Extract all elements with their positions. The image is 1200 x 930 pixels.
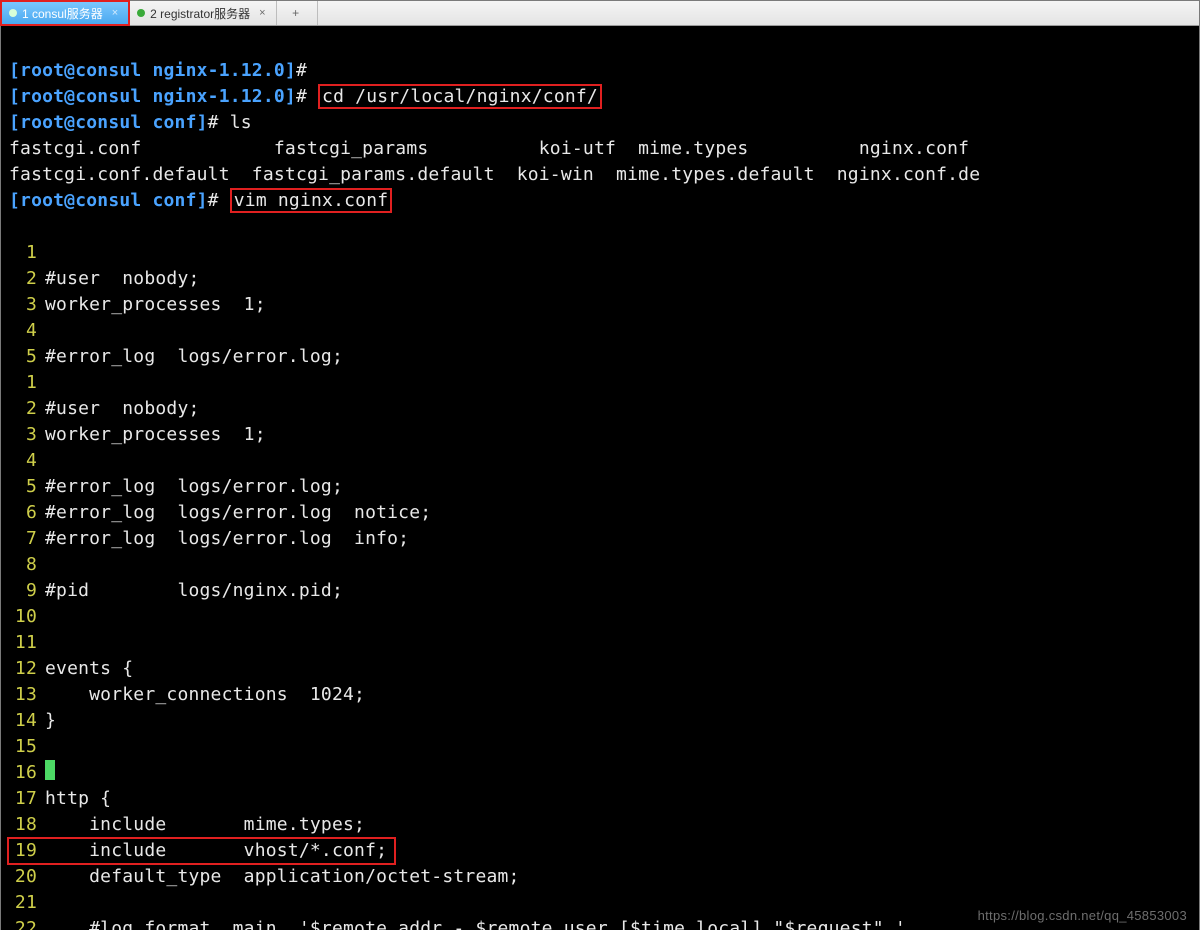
vim-line: 4 (9, 448, 1195, 474)
line-number: 18 (9, 812, 37, 838)
vim-line-text: worker_connections 1024; (45, 684, 365, 705)
ls-output-row: fastcgi.conf.default fastcgi_params.defa… (9, 164, 980, 185)
tab-consul[interactable]: 1 consul服务器 × (1, 1, 129, 25)
line-number: 17 (9, 786, 37, 812)
vim-editor[interactable]: 12#user nobody;3worker_processes 1;45#er… (9, 240, 1195, 930)
vim-line: 14} (9, 708, 1195, 734)
terminal-window: 1 consul服务器 × 2 registrator服务器 × + [root… (0, 0, 1200, 930)
vim-line: 5 #error_log logs/error.log; (9, 344, 1195, 370)
vim-line-text: #user nobody; (45, 398, 200, 419)
vim-line-text: #pid logs/nginx.pid; (45, 580, 343, 601)
vim-line-text: #error_log logs/error.log; (45, 346, 343, 367)
line-number: 10 (9, 604, 37, 630)
line-number: 1 (9, 370, 37, 396)
vim-line: 7 #error_log logs/error.log info; (9, 526, 1195, 552)
line-number: 16 (9, 760, 37, 786)
vim-line: 3 worker_processes 1; (9, 292, 1195, 318)
vim-line: 2 #user nobody; (9, 266, 1195, 292)
vim-line: 12 events { (9, 656, 1195, 682)
prompt-user: [root@consul nginx-1.12.0] (9, 60, 296, 81)
prompt-hash: # (296, 86, 318, 107)
vim-line: 16 (9, 760, 1195, 786)
prompt-hash: # (208, 112, 230, 133)
vim-line-text: include mime.types; (45, 814, 365, 835)
prompt-user: [root@consul conf] (9, 112, 208, 133)
prompt-user: [root@consul nginx-1.12.0] (9, 86, 296, 107)
vim-line-text: include vhost/*.conf; (45, 840, 387, 861)
close-icon[interactable]: × (259, 7, 265, 19)
line-number: 7 (9, 526, 37, 552)
line-number: 13 (9, 682, 37, 708)
line-number: 2 (9, 396, 37, 422)
line-number: 4 (9, 448, 37, 474)
vim-line: 2 #user nobody; (9, 396, 1195, 422)
line-number: 5 (9, 344, 37, 370)
vim-line: 15 (9, 734, 1195, 760)
vim-line: 20 default_type application/octet-stream… (9, 864, 1195, 890)
vim-line-text: worker_processes 1; (45, 424, 266, 445)
vim-line: 5 #error_log logs/error.log; (9, 474, 1195, 500)
tab-label: 1 consul服务器 (22, 5, 103, 22)
line-number: 19 (9, 838, 37, 864)
line-number: 4 (9, 318, 37, 344)
plus-icon: + (292, 6, 299, 20)
vim-line: 17 http { (9, 786, 1195, 812)
line-number: 2 (9, 266, 37, 292)
vim-line-text: events { (45, 658, 133, 679)
vim-line: 3 worker_processes 1; (9, 422, 1195, 448)
line-number: 9 (9, 578, 37, 604)
line-number: 15 (9, 734, 37, 760)
line-number: 1 (9, 240, 37, 266)
line-number: 3 (9, 292, 37, 318)
line-number: 20 (9, 864, 37, 890)
highlighted-command-cd: cd /usr/local/nginx/conf/ (318, 84, 602, 109)
highlighted-command-vim: vim nginx.conf (230, 188, 393, 213)
vim-line: 11 (9, 630, 1195, 656)
line-number: 6 (9, 500, 37, 526)
vim-line: 10 (9, 604, 1195, 630)
vim-line: 4 (9, 318, 1195, 344)
status-dot-icon (9, 9, 17, 17)
line-number: 3 (9, 422, 37, 448)
vim-line: 1 (9, 370, 1195, 396)
vim-line-text: default_type application/octet-stream; (45, 866, 520, 887)
blank-line (9, 216, 20, 237)
prompt-hash: # (208, 190, 230, 211)
line-number: 22 (9, 916, 37, 930)
vim-line: 18 include mime.types; (9, 812, 1195, 838)
tab-strip: 1 consul服务器 × 2 registrator服务器 × + (1, 1, 1199, 26)
vim-line-text: #error_log logs/error.log notice; (45, 502, 431, 523)
vim-line-text: } (45, 710, 56, 731)
prompt-user: [root@consul conf] (9, 190, 208, 211)
watermark: https://blog.csdn.net/qq_45853003 (978, 908, 1187, 923)
prompt-hash: # (296, 60, 318, 81)
vim-line-text: #log_format main '$remote_addr - $remote… (45, 918, 906, 930)
vim-line-text: #error_log logs/error.log; (45, 476, 343, 497)
close-icon[interactable]: × (112, 7, 118, 19)
vim-line-text: worker_processes 1; (45, 294, 266, 315)
vim-line: 1 (9, 240, 1195, 266)
cursor-icon (45, 760, 55, 780)
line-number: 5 (9, 474, 37, 500)
line-number: 12 (9, 656, 37, 682)
ls-output-row: fastcgi.conf fastcgi_params koi-utf mime… (9, 138, 969, 159)
vim-line: 8 (9, 552, 1195, 578)
vim-line-text: http { (45, 788, 111, 809)
terminal-body[interactable]: [root@consul nginx-1.12.0]# [root@consul… (1, 26, 1199, 930)
tab-registrator[interactable]: 2 registrator服务器 × (129, 1, 276, 25)
vim-line-text: #error_log logs/error.log info; (45, 528, 409, 549)
command-ls: ls (230, 112, 252, 133)
status-dot-icon (137, 9, 145, 17)
vim-line-text: #user nobody; (45, 268, 200, 289)
line-number: 8 (9, 552, 37, 578)
vim-line: 19 include vhost/*.conf; (9, 838, 394, 864)
vim-line: 13 worker_connections 1024; (9, 682, 1195, 708)
new-tab-button[interactable]: + (277, 1, 318, 25)
tab-label: 2 registrator服务器 (150, 5, 250, 22)
vim-line: 6 #error_log logs/error.log notice; (9, 500, 1195, 526)
vim-line: 9 #pid logs/nginx.pid; (9, 578, 1195, 604)
line-number: 21 (9, 890, 37, 916)
line-number: 14 (9, 708, 37, 734)
line-number: 11 (9, 630, 37, 656)
